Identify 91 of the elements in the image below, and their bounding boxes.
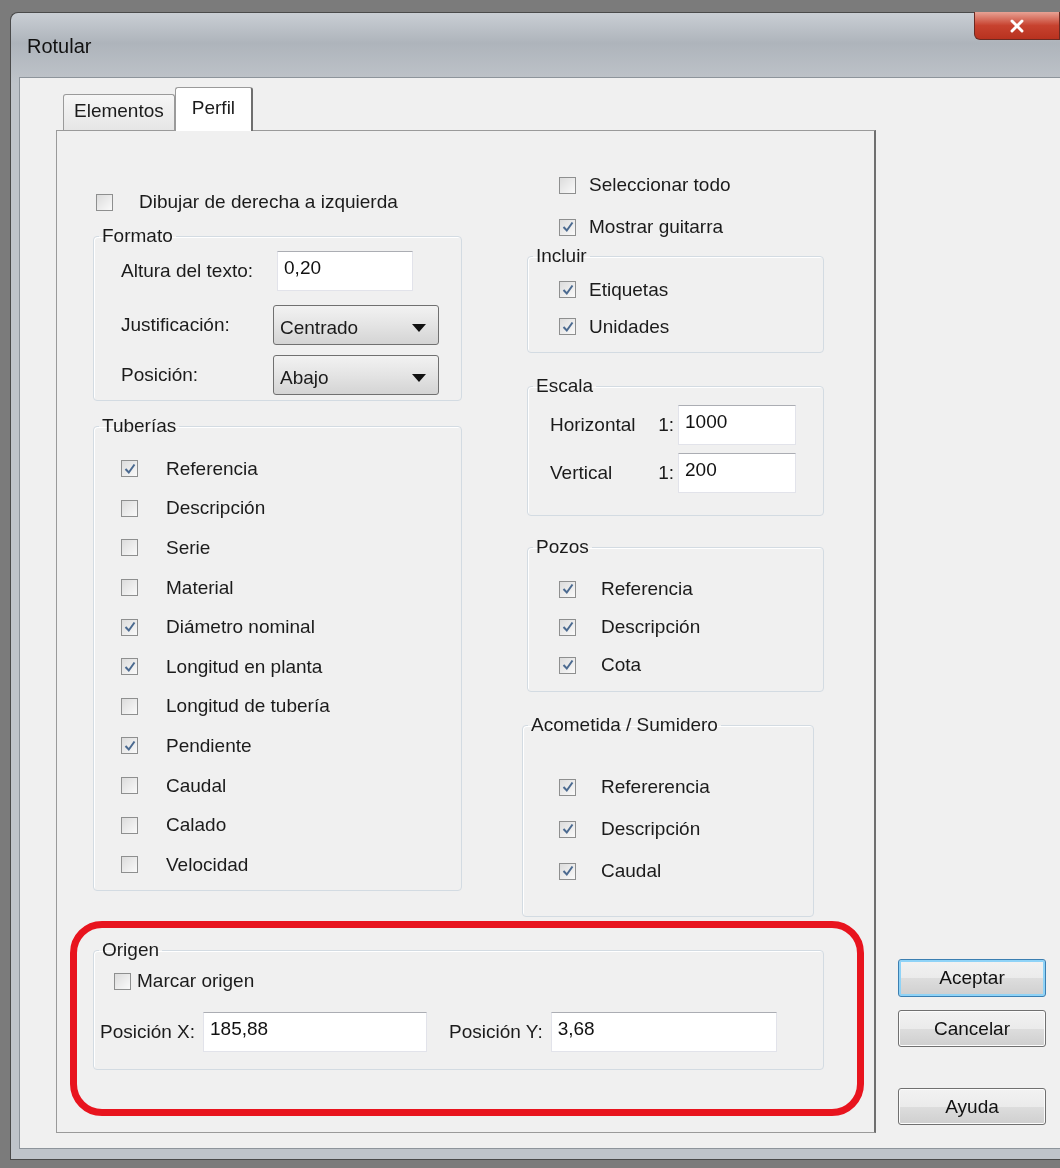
checkbox[interactable] (559, 820, 576, 838)
checkmark-icon (123, 660, 136, 673)
checkmark-icon (561, 221, 574, 233)
field-label: Vertical (550, 462, 614, 484)
checkbox[interactable] (121, 777, 138, 795)
text-field[interactable]: 200 (678, 453, 796, 493)
checkbox-label: Referencia (601, 578, 693, 600)
checkbox[interactable] (559, 656, 576, 674)
checkbox[interactable] (121, 499, 138, 517)
tab[interactable]: Elementos (63, 94, 175, 130)
dialog-button[interactable]: Aceptar (898, 959, 1046, 997)
checkbox-label: Longitud de tubería (166, 695, 330, 718)
checkbox-label: Caudal (166, 774, 227, 797)
checkbox-label: Velocidad (166, 853, 249, 876)
checkbox-label: Dibujar de derecha a izquierda (139, 191, 398, 213)
checkbox[interactable] (121, 460, 138, 478)
ratio-label: 1: (657, 414, 674, 436)
checkbox[interactable] (121, 579, 138, 597)
checkbox[interactable] (121, 539, 138, 557)
checkbox-label: Material (166, 576, 234, 599)
group-title: Formato (101, 225, 174, 247)
group-title: Origen (101, 939, 161, 961)
checkbox-label: Calado (166, 814, 227, 837)
checkmark-icon (123, 621, 136, 634)
checkmark-icon (123, 462, 136, 475)
checkbox[interactable] (559, 618, 576, 636)
checkbox-label: Descripción (166, 497, 266, 520)
window-title: Rotular (27, 35, 92, 58)
checkmark-icon (561, 823, 574, 835)
checkbox-label: Etiquetas (589, 278, 669, 301)
checkmark-icon (561, 283, 574, 296)
checkbox[interactable] (121, 697, 138, 715)
checkbox-label: Caudal (601, 860, 662, 882)
group-title: Tuberías (101, 415, 178, 437)
group-title: Incluir (535, 245, 588, 267)
checkbox-label: Pendiente (166, 734, 252, 757)
checkmark-icon (561, 781, 574, 793)
text-field[interactable]: 185,88 (203, 1011, 428, 1052)
checkbox-label: Mostrar guitarra (589, 216, 724, 238)
checkbox[interactable] (121, 618, 138, 636)
dropdown[interactable]: Abajo (273, 355, 439, 395)
field-label: Horizontal (550, 414, 637, 436)
checkbox[interactable] (121, 816, 138, 834)
checkmark-icon (561, 320, 574, 333)
checkbox-label: Diámetro nominal (166, 616, 315, 639)
checkbox[interactable] (559, 778, 576, 796)
close-button[interactable] (974, 12, 1060, 40)
text-field[interactable]: 0,20 (277, 251, 414, 291)
checkbox[interactable] (121, 737, 138, 755)
field-label: Altura del texto: (121, 260, 254, 282)
field-label: Posición Y: (449, 1020, 543, 1043)
checkbox[interactable] (96, 193, 113, 211)
caret-icon (412, 324, 426, 332)
group-title: Pozos (535, 536, 590, 558)
checkmark-icon (561, 659, 574, 671)
checkbox[interactable] (559, 176, 576, 194)
dropdown[interactable]: Centrado (273, 305, 439, 345)
field-label: Posición X: (100, 1020, 196, 1043)
checkbox[interactable] (559, 281, 576, 298)
checkbox-label: Referencia (166, 457, 258, 480)
text-field[interactable]: 3,68 (550, 1011, 777, 1052)
dialog-button[interactable]: Cancelar (898, 1010, 1046, 1047)
group-title: Escala (535, 375, 595, 397)
text-field[interactable]: 1000 (678, 405, 796, 445)
checkbox-label: Longitud en planta (166, 655, 323, 678)
checkbox-label: Marcar origen (137, 970, 255, 992)
checkbox[interactable] (559, 862, 576, 880)
checkbox-label: Descripción (601, 818, 701, 840)
checkbox-label: Refererencia (601, 776, 710, 798)
checkbox[interactable] (559, 318, 576, 335)
checkbox[interactable] (559, 580, 576, 598)
checkbox-label: Seleccionar todo (589, 174, 731, 196)
dialog-button[interactable]: Ayuda (898, 1088, 1046, 1125)
checkbox-label: Descripción (601, 616, 701, 638)
checkbox-label: Unidades (589, 315, 670, 338)
checkmark-icon (561, 621, 574, 633)
group-title: Acometida / Sumidero (530, 714, 719, 736)
checkbox[interactable] (121, 658, 138, 676)
field-label: Justificación: (121, 314, 231, 336)
tab[interactable]: Perfil (174, 87, 254, 131)
checkbox-label: Cota (601, 654, 642, 676)
checkbox-label: Serie (166, 537, 211, 559)
checkbox[interactable] (559, 218, 576, 236)
ratio-label: 1: (657, 462, 674, 484)
caret-icon (412, 374, 426, 382)
checkbox[interactable] (121, 856, 138, 874)
checkbox[interactable] (114, 972, 131, 990)
field-label: Posición: (121, 364, 200, 386)
checkmark-icon (123, 739, 136, 752)
checkmark-icon (561, 865, 574, 877)
checkmark-icon (561, 583, 574, 595)
